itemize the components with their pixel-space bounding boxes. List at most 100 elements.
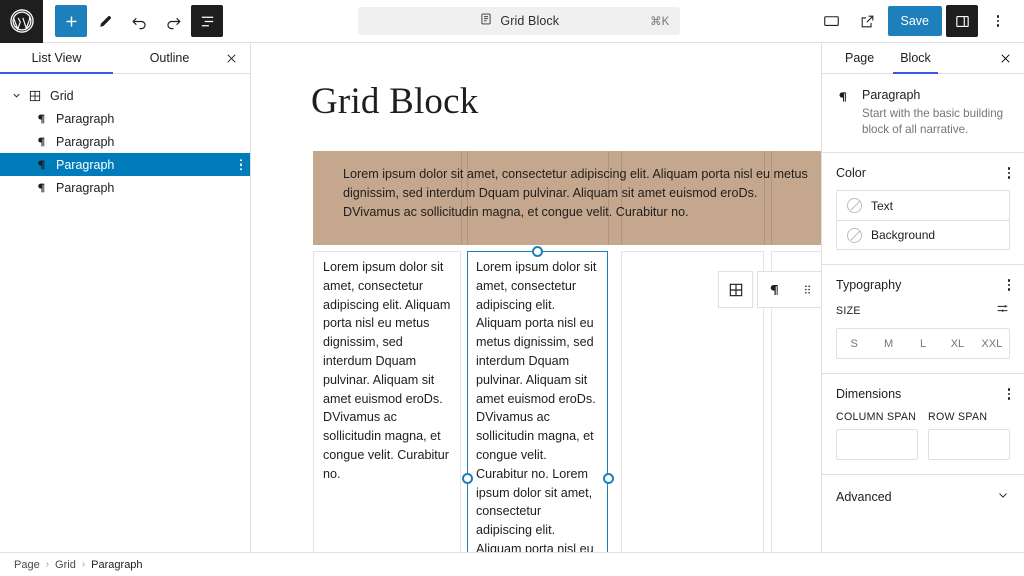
row-span-label: ROW SPAN (928, 411, 988, 423)
color-row-text[interactable]: Text (837, 191, 1009, 220)
paragraph-icon (30, 112, 52, 126)
block-title: Paragraph (862, 88, 921, 102)
font-size-xxl[interactable]: XXL (975, 329, 1009, 358)
desktop-preview-icon[interactable] (816, 5, 848, 37)
tab-page[interactable]: Page (832, 43, 887, 73)
redo-button[interactable] (157, 5, 189, 37)
chevron-down-icon (996, 488, 1010, 505)
color-options-icon[interactable] (1007, 167, 1010, 179)
no-color-swatch-icon (847, 198, 862, 213)
toolbar-group-block: B I (757, 271, 821, 308)
command-center-button[interactable]: Grid Block ⌘K (358, 7, 681, 35)
settings-sidebar: Page Block Paragraph Start with the basi… (821, 43, 1024, 552)
command-bar-wrapper: Grid Block ⌘K (223, 7, 816, 35)
tree-item-paragraph-2[interactable]: Paragraph (0, 130, 250, 153)
typography-section-title: Typography (836, 278, 902, 292)
toolbar-group-parent (718, 271, 753, 308)
advanced-label: Advanced (836, 489, 892, 504)
block-info-card: Paragraph Start with the basic building … (822, 74, 1024, 153)
editor-top-bar: Grid Block ⌘K Save (0, 0, 1024, 43)
color-row-background[interactable]: Background (837, 220, 1009, 249)
font-size-s[interactable]: S (837, 329, 871, 358)
grid-cell-paragraph-1[interactable]: Lorem ipsum dolor sit amet, consectetur … (313, 251, 461, 552)
resize-handle-top[interactable] (532, 246, 543, 257)
breadcrumb-item-grid[interactable]: Grid (55, 559, 76, 571)
tab-block[interactable]: Block (887, 43, 944, 74)
top-bar-left-tools (43, 5, 223, 37)
editor-body: List View Outline Grid Paragraph Paragra… (0, 43, 1024, 552)
tree-item-grid[interactable]: Grid (0, 84, 250, 107)
paragraph-block-type-icon[interactable] (758, 272, 791, 307)
list-view-toggle-button[interactable] (191, 5, 223, 37)
font-size-options: S M L XL XXL (836, 328, 1010, 359)
block-breadcrumb: Page › Grid › Paragraph (0, 552, 1024, 576)
typography-section: Typography SIZE S M L XL XXL (822, 265, 1024, 374)
tree-item-label: Paragraph (56, 157, 115, 172)
settings-panel-toggle-button[interactable] (946, 5, 978, 37)
tree-item-paragraph-1[interactable]: Paragraph (0, 107, 250, 130)
paragraph-icon (30, 158, 52, 172)
no-color-swatch-icon (847, 227, 862, 243)
font-size-m[interactable]: M (871, 329, 905, 358)
close-list-view-icon[interactable] (218, 45, 244, 71)
paragraph-icon (836, 88, 852, 137)
block-description: Start with the basic building block of a… (862, 107, 1004, 136)
paragraph-icon (30, 135, 52, 149)
tree-item-label: Grid (50, 88, 74, 103)
tree-item-label: Paragraph (56, 111, 115, 126)
view-site-external-icon[interactable] (852, 5, 884, 37)
dimensions-section-title: Dimensions (836, 387, 902, 401)
breadcrumb-item-paragraph[interactable]: Paragraph (91, 559, 142, 571)
paragraph-icon (30, 181, 52, 195)
editor-canvas[interactable]: Grid Block Lorem ipsum dolor sit amet, c… (251, 43, 821, 552)
tab-outline[interactable]: Outline (113, 43, 226, 73)
block-floating-toolbar: B I (718, 271, 821, 308)
grid-parent-block-icon[interactable] (719, 272, 752, 307)
add-block-button[interactable] (55, 5, 87, 37)
chevron-down-icon[interactable] (8, 90, 24, 101)
font-size-xl[interactable]: XL (940, 329, 974, 358)
grid-banner-paragraph-block[interactable]: Lorem ipsum dolor sit amet, consectetur … (313, 151, 821, 245)
drag-handle-icon[interactable] (791, 272, 821, 307)
resize-handle-bottom-left[interactable] (462, 473, 473, 484)
tree-item-paragraph-4[interactable]: Paragraph (0, 176, 250, 199)
dimensions-options-icon[interactable] (1007, 388, 1010, 400)
banner-paragraph-text: Lorem ipsum dolor sit amet, consectetur … (343, 167, 808, 220)
color-section: Color Text Background (822, 153, 1024, 265)
row-span-input[interactable] (928, 429, 1010, 460)
top-bar-right-tools: Save (816, 5, 1024, 37)
wordpress-logo-icon[interactable] (0, 0, 43, 43)
tree-item-label: Paragraph (56, 134, 115, 149)
edit-mode-button[interactable] (89, 5, 121, 37)
column-span-label: COLUMN SPAN (836, 411, 917, 423)
column-span-input[interactable] (836, 429, 918, 460)
list-view-panel: List View Outline Grid Paragraph Paragra… (0, 43, 251, 552)
typography-options-icon[interactable] (1007, 279, 1010, 291)
block-tree: Grid Paragraph Paragraph Paragraph Parag… (0, 74, 250, 199)
breadcrumb-separator: › (45, 559, 50, 570)
command-bar-title: Grid Block (500, 14, 560, 28)
undo-button[interactable] (123, 5, 155, 37)
color-row-label: Background (871, 228, 936, 242)
editor-root: Grid Block ⌘K Save List View Outline Gri… (0, 0, 1024, 576)
resize-handle-bottom-right[interactable] (603, 473, 614, 484)
tree-item-label: Paragraph (56, 180, 115, 195)
grid-cell-paragraph-2-selected[interactable]: Lorem ipsum dolor sit amet, consectetur … (467, 251, 608, 552)
close-settings-icon[interactable] (992, 45, 1018, 71)
command-bar-shortcut: ⌘K (650, 16, 670, 28)
font-size-l[interactable]: L (906, 329, 940, 358)
tree-item-paragraph-3-selected[interactable]: Paragraph (0, 153, 250, 176)
breadcrumb-item-page[interactable]: Page (14, 559, 40, 571)
document-icon (479, 12, 493, 31)
breadcrumb-separator: › (81, 559, 86, 570)
size-settings-icon[interactable] (995, 302, 1010, 320)
tab-list-view[interactable]: List View (0, 43, 113, 74)
more-options-icon[interactable] (982, 5, 1014, 37)
save-button[interactable]: Save (887, 6, 942, 36)
advanced-section-toggle[interactable]: Advanced (822, 475, 1024, 518)
color-section-title: Color (836, 166, 866, 180)
inspector-tabs: Page Block (822, 43, 1024, 74)
color-row-label: Text (871, 198, 894, 213)
tree-item-options-icon[interactable] (239, 158, 242, 171)
page-title[interactable]: Grid Block (311, 80, 478, 123)
